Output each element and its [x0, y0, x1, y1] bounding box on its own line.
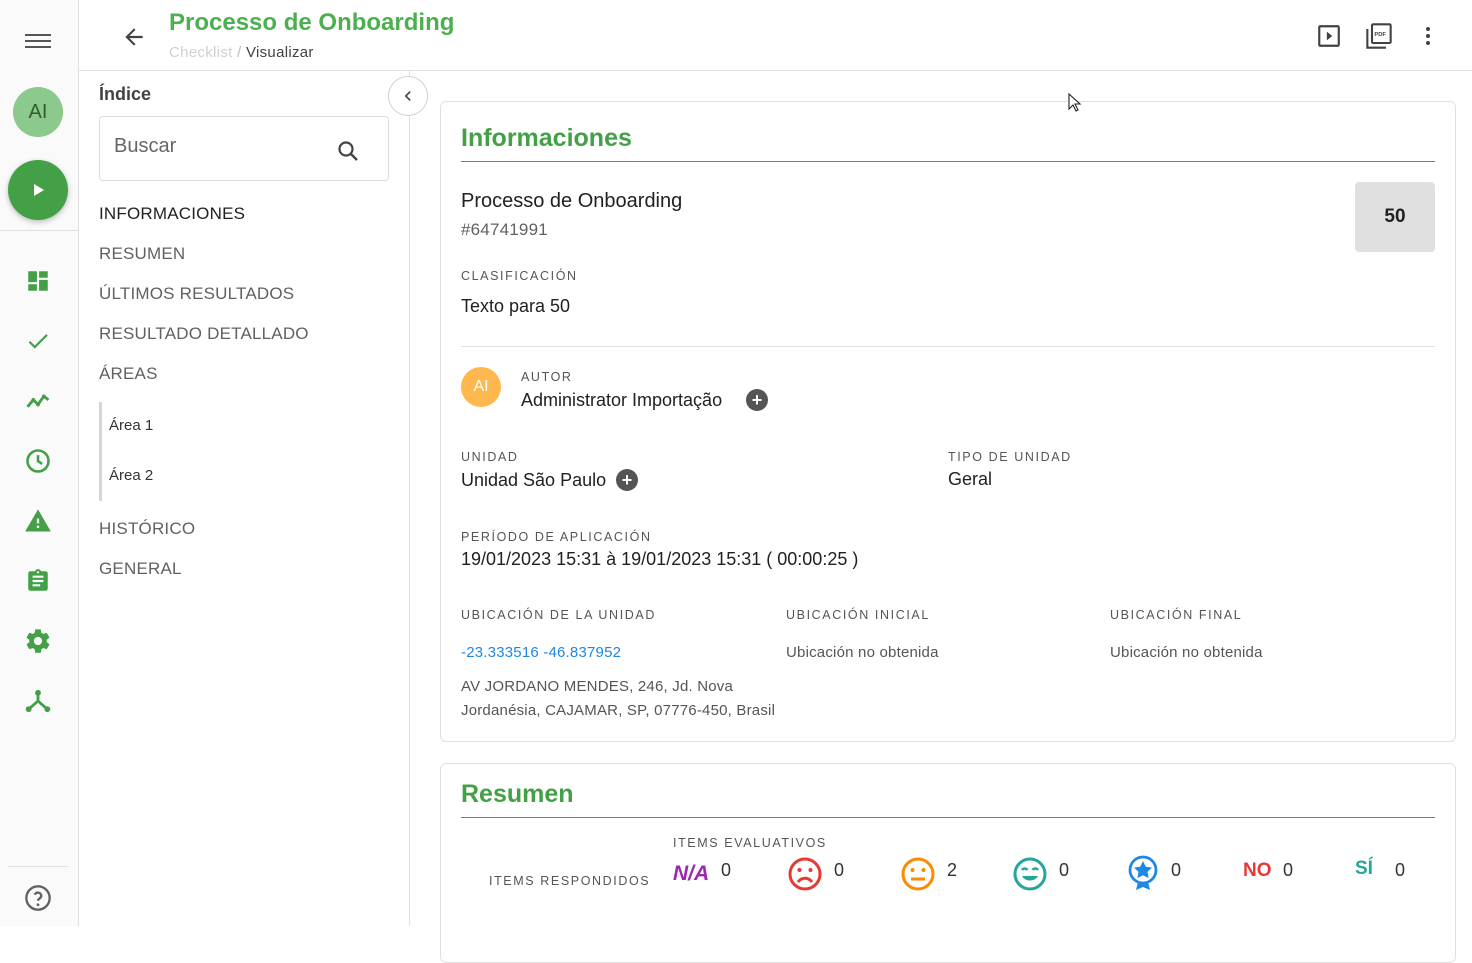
classification-value: Texto para 50: [461, 296, 571, 316]
sad-count: 0: [834, 860, 845, 880]
final-location-value: Ubicación no obtenida: [1110, 644, 1263, 661]
classification-label: CLASIFICACIÓN: [461, 269, 578, 283]
author-value: Administrator Importação: [521, 390, 723, 410]
happy-count: 0: [1059, 860, 1070, 880]
na-count: 0: [721, 860, 732, 880]
summary-card: Resumen ITEMS RESPONDIDOS ITEMS EVALUATI…: [440, 763, 1456, 963]
index-title: Índice: [99, 84, 152, 104]
clipboard-icon[interactable]: [24, 567, 52, 595]
index-item-resumen[interactable]: RESUMEN: [99, 244, 185, 264]
yes-badge: SÍ: [1355, 858, 1373, 879]
author-add-button[interactable]: +: [746, 389, 768, 411]
page-header: Processo de Onboarding Checklist / Visua…: [79, 0, 1472, 71]
index-subitem-area-1[interactable]: Área 1: [109, 417, 153, 434]
unit-value: Unidad São Paulo: [461, 470, 607, 490]
breadcrumb-separator: /: [237, 44, 242, 61]
help-icon[interactable]: [24, 884, 52, 912]
page-title: Processo de Onboarding: [169, 9, 455, 36]
hierarchy-icon[interactable]: [24, 687, 52, 715]
index-item-resultado-detallado[interactable]: RESULTADO DETALLADO: [99, 324, 309, 344]
index-item-ultimos-resultados[interactable]: ÚLTIMOS RESULTADOS: [99, 284, 294, 304]
rail-divider: [8, 866, 68, 867]
svg-text:PDF: PDF: [1374, 32, 1386, 38]
rail-divider: [0, 230, 78, 231]
play-icon[interactable]: [1315, 22, 1343, 50]
clock-icon[interactable]: [24, 447, 52, 475]
nav-rail: AI: [0, 0, 79, 926]
user-avatar[interactable]: AI: [13, 87, 63, 137]
period-label: PERÍODO DE APLICACIÓN: [461, 530, 652, 544]
unit-label: UNIDAD: [461, 450, 519, 464]
period-value: 19/01/2023 15:31 à 19/01/2023 15:31 ( 00…: [461, 549, 859, 569]
back-arrow-icon[interactable]: [121, 24, 147, 50]
breadcrumb-checklist[interactable]: Checklist: [169, 44, 233, 61]
search-box: [99, 116, 389, 181]
areas-sub-indicator: [99, 402, 102, 501]
score-badge: 50: [1355, 182, 1435, 252]
unit-location-link[interactable]: -23.333516 -46.837952: [461, 644, 621, 661]
index-item-historico[interactable]: HISTÓRICO: [99, 519, 195, 539]
initial-location-value: Ubicación no obtenida: [786, 644, 939, 661]
star-count: 0: [1171, 860, 1182, 880]
neutral-face-icon: [901, 857, 935, 891]
no-count: 0: [1283, 860, 1294, 880]
search-icon[interactable]: [336, 139, 360, 163]
neutral-count: 2: [947, 860, 958, 880]
breadcrumb: Checklist / Visualizar: [169, 44, 314, 61]
address-line-1: AV JORDANO MENDES, 246, Jd. Nova: [461, 678, 734, 695]
summary-section-title: Resumen: [461, 780, 574, 808]
author-label: AUTOR: [521, 370, 573, 384]
info-section-title: Informaciones: [461, 124, 632, 152]
check-icon[interactable]: [24, 327, 52, 355]
section-divider: [461, 817, 1435, 818]
checklist-name: Processo de Onboarding: [461, 190, 683, 212]
happy-face-icon: [1013, 857, 1047, 891]
section-divider: [461, 161, 1435, 162]
divider: [461, 346, 1435, 347]
warning-icon[interactable]: [24, 507, 52, 535]
star-medal-icon: [1128, 855, 1158, 890]
sad-face-icon: [788, 857, 822, 891]
trending-icon[interactable]: [24, 387, 52, 415]
checklist-id: #64741991: [461, 220, 548, 239]
search-input[interactable]: [114, 135, 324, 158]
na-badge: N/A: [673, 862, 710, 885]
unit-type-label: TIPO DE UNIDAD: [948, 450, 1072, 464]
unit-location-label: UBICACIÓN DE LA UNIDAD: [461, 608, 656, 622]
unit-type-value: Geral: [948, 469, 993, 489]
mouse-cursor-icon: [1068, 93, 1082, 112]
unit-add-button[interactable]: +: [616, 469, 638, 491]
collapse-sidebar-button[interactable]: [388, 76, 428, 116]
index-item-informaciones[interactable]: INFORMACIONES: [99, 204, 245, 224]
author-avatar: AI: [461, 367, 501, 407]
gear-icon[interactable]: [24, 627, 52, 655]
initial-location-label: UBICACIÓN INICIAL: [786, 608, 930, 622]
address-line-2: Jordanésia, CAJAMAR, SP, 07776-450, Bras…: [461, 702, 776, 719]
play-icon: [34, 184, 44, 196]
yes-count: 0: [1395, 860, 1406, 880]
index-sidebar: Índice INFORMACIONES RESUMEN ÚLTIMOS RES…: [79, 71, 428, 926]
index-item-general[interactable]: GENERAL: [99, 559, 182, 579]
index-subitem-area-2[interactable]: Área 2: [109, 467, 153, 484]
no-badge: NO: [1243, 860, 1272, 881]
more-vert-icon[interactable]: [1414, 22, 1442, 50]
answered-items-label: ITEMS RESPONDIDOS: [489, 874, 651, 888]
final-location-label: UBICACIÓN FINAL: [1110, 608, 1243, 622]
hamburger-menu-icon[interactable]: [25, 30, 51, 50]
info-card: Informaciones Processo de Onboarding #64…: [440, 101, 1456, 742]
start-checklist-button[interactable]: [8, 160, 68, 220]
chevron-left-icon: [404, 91, 411, 101]
dashboard-icon[interactable]: [24, 267, 52, 295]
index-item-areas[interactable]: ÁREAS: [99, 364, 158, 384]
pdf-icon[interactable]: PDF: [1365, 22, 1393, 50]
breadcrumb-current: Visualizar: [245, 44, 314, 61]
evaluative-items-label: ITEMS EVALUATIVOS: [673, 836, 827, 850]
